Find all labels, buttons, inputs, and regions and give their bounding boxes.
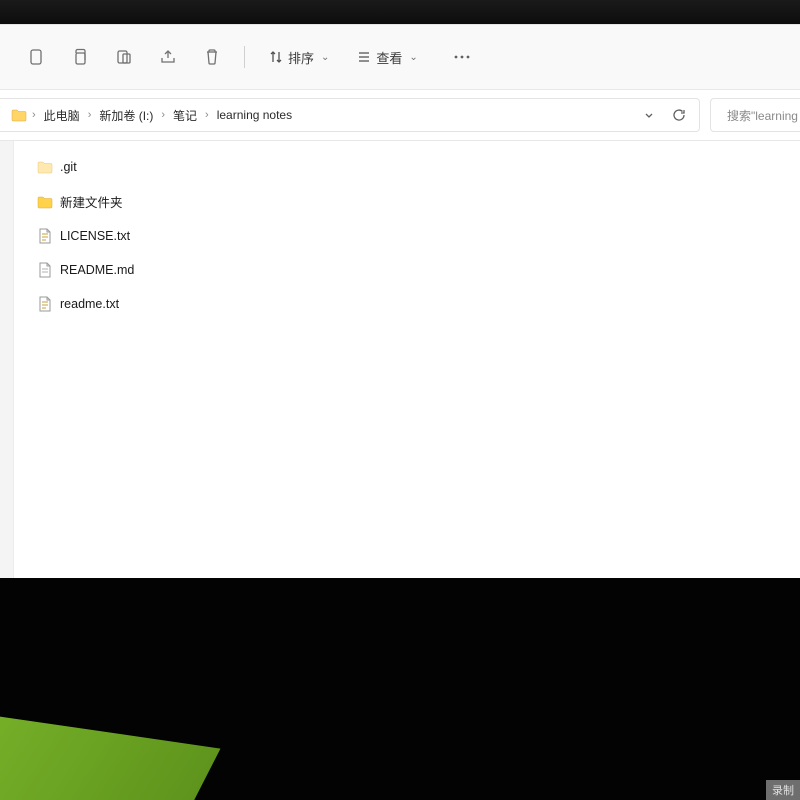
trash-icon xyxy=(204,48,220,66)
refresh-button[interactable] xyxy=(665,102,693,128)
chevron-down-icon: ⌄ xyxy=(409,52,417,63)
file-name: .git xyxy=(60,160,77,174)
search-input[interactable]: 搜索"learning notes" xyxy=(710,98,800,132)
view-icon xyxy=(357,50,371,64)
paste-button[interactable] xyxy=(106,39,142,75)
chevron-right-icon: › xyxy=(159,109,167,121)
more-button[interactable] xyxy=(444,39,480,75)
breadcrumb-label: 笔记 xyxy=(173,107,197,124)
document-file-icon xyxy=(36,261,54,279)
breadcrumb-item[interactable]: 新加卷 (I:) xyxy=(95,105,157,126)
file-list: .git 新建文件夹 LICENSE.txt README.md xyxy=(14,141,800,578)
share-icon xyxy=(159,49,177,65)
folder-icon xyxy=(10,106,28,124)
ellipsis-icon xyxy=(453,55,471,59)
view-button[interactable]: 查看 ⌄ xyxy=(347,39,427,75)
cut-button[interactable] xyxy=(18,39,54,75)
sort-button[interactable]: 排序 ⌄ xyxy=(259,39,339,75)
file-name: 新建文件夹 xyxy=(60,192,123,211)
chevron-right-icon: › xyxy=(30,109,38,121)
breadcrumb-bar[interactable]: › 此电脑 › 新加卷 (I:) › 笔记 › learning notes xyxy=(0,98,700,132)
file-item-folder[interactable]: .git xyxy=(34,153,780,181)
sort-label: 排序 xyxy=(288,48,314,67)
folder-icon xyxy=(36,193,54,211)
breadcrumb-item[interactable]: 此电脑 xyxy=(40,105,84,126)
text-file-icon xyxy=(36,227,54,245)
file-item-folder[interactable]: 新建文件夹 xyxy=(34,187,780,216)
address-row: › 此电脑 › 新加卷 (I:) › 笔记 › learning notes 搜… xyxy=(0,90,800,141)
view-label: 查看 xyxy=(376,48,402,67)
cut-icon xyxy=(28,48,44,66)
text-file-icon xyxy=(36,295,54,313)
refresh-icon xyxy=(672,108,686,122)
recording-badge: 录制 xyxy=(766,780,800,800)
file-name: readme.txt xyxy=(60,297,119,311)
desktop-background-bottom: 录制 xyxy=(0,578,800,800)
chevron-right-icon: › xyxy=(86,109,94,121)
chevron-right-icon: › xyxy=(203,109,211,121)
copy-button[interactable] xyxy=(62,39,98,75)
breadcrumb-label: 此电脑 xyxy=(44,107,80,124)
file-name: LICENSE.txt xyxy=(60,229,130,243)
file-item-txt[interactable]: readme.txt xyxy=(34,290,780,318)
copy-icon xyxy=(71,48,89,66)
file-name: README.md xyxy=(60,263,134,277)
desktop-background-top xyxy=(0,0,800,24)
sort-icon xyxy=(269,50,283,64)
toolbar-separator xyxy=(244,46,245,68)
file-item-txt[interactable]: LICENSE.txt xyxy=(34,222,780,250)
history-dropdown-button[interactable] xyxy=(635,102,663,128)
breadcrumb-label: 新加卷 (I:) xyxy=(99,107,153,124)
breadcrumb-item[interactable]: 笔记 xyxy=(169,105,201,126)
file-explorer-window: 排序 ⌄ 查看 ⌄ › 此电脑 › 新加卷 (I:) › 笔记 › learni… xyxy=(0,24,800,578)
search-placeholder: 搜索"learning notes" xyxy=(727,107,800,124)
folder-hidden-icon xyxy=(36,158,54,176)
file-item-md[interactable]: README.md xyxy=(34,256,780,284)
delete-button[interactable] xyxy=(194,39,230,75)
share-button[interactable] xyxy=(150,39,186,75)
chevron-down-icon: ⌄ xyxy=(321,52,329,63)
chevron-down-icon xyxy=(643,109,655,121)
explorer-body: .git 新建文件夹 LICENSE.txt README.md xyxy=(0,141,800,578)
breadcrumb-item[interactable]: learning notes xyxy=(213,106,296,124)
paste-icon xyxy=(115,48,133,66)
sidebar-sliver xyxy=(0,141,14,578)
breadcrumb-label: learning notes xyxy=(217,108,292,122)
toolbar: 排序 ⌄ 查看 ⌄ xyxy=(0,25,800,90)
wallpaper-accent xyxy=(0,655,234,800)
